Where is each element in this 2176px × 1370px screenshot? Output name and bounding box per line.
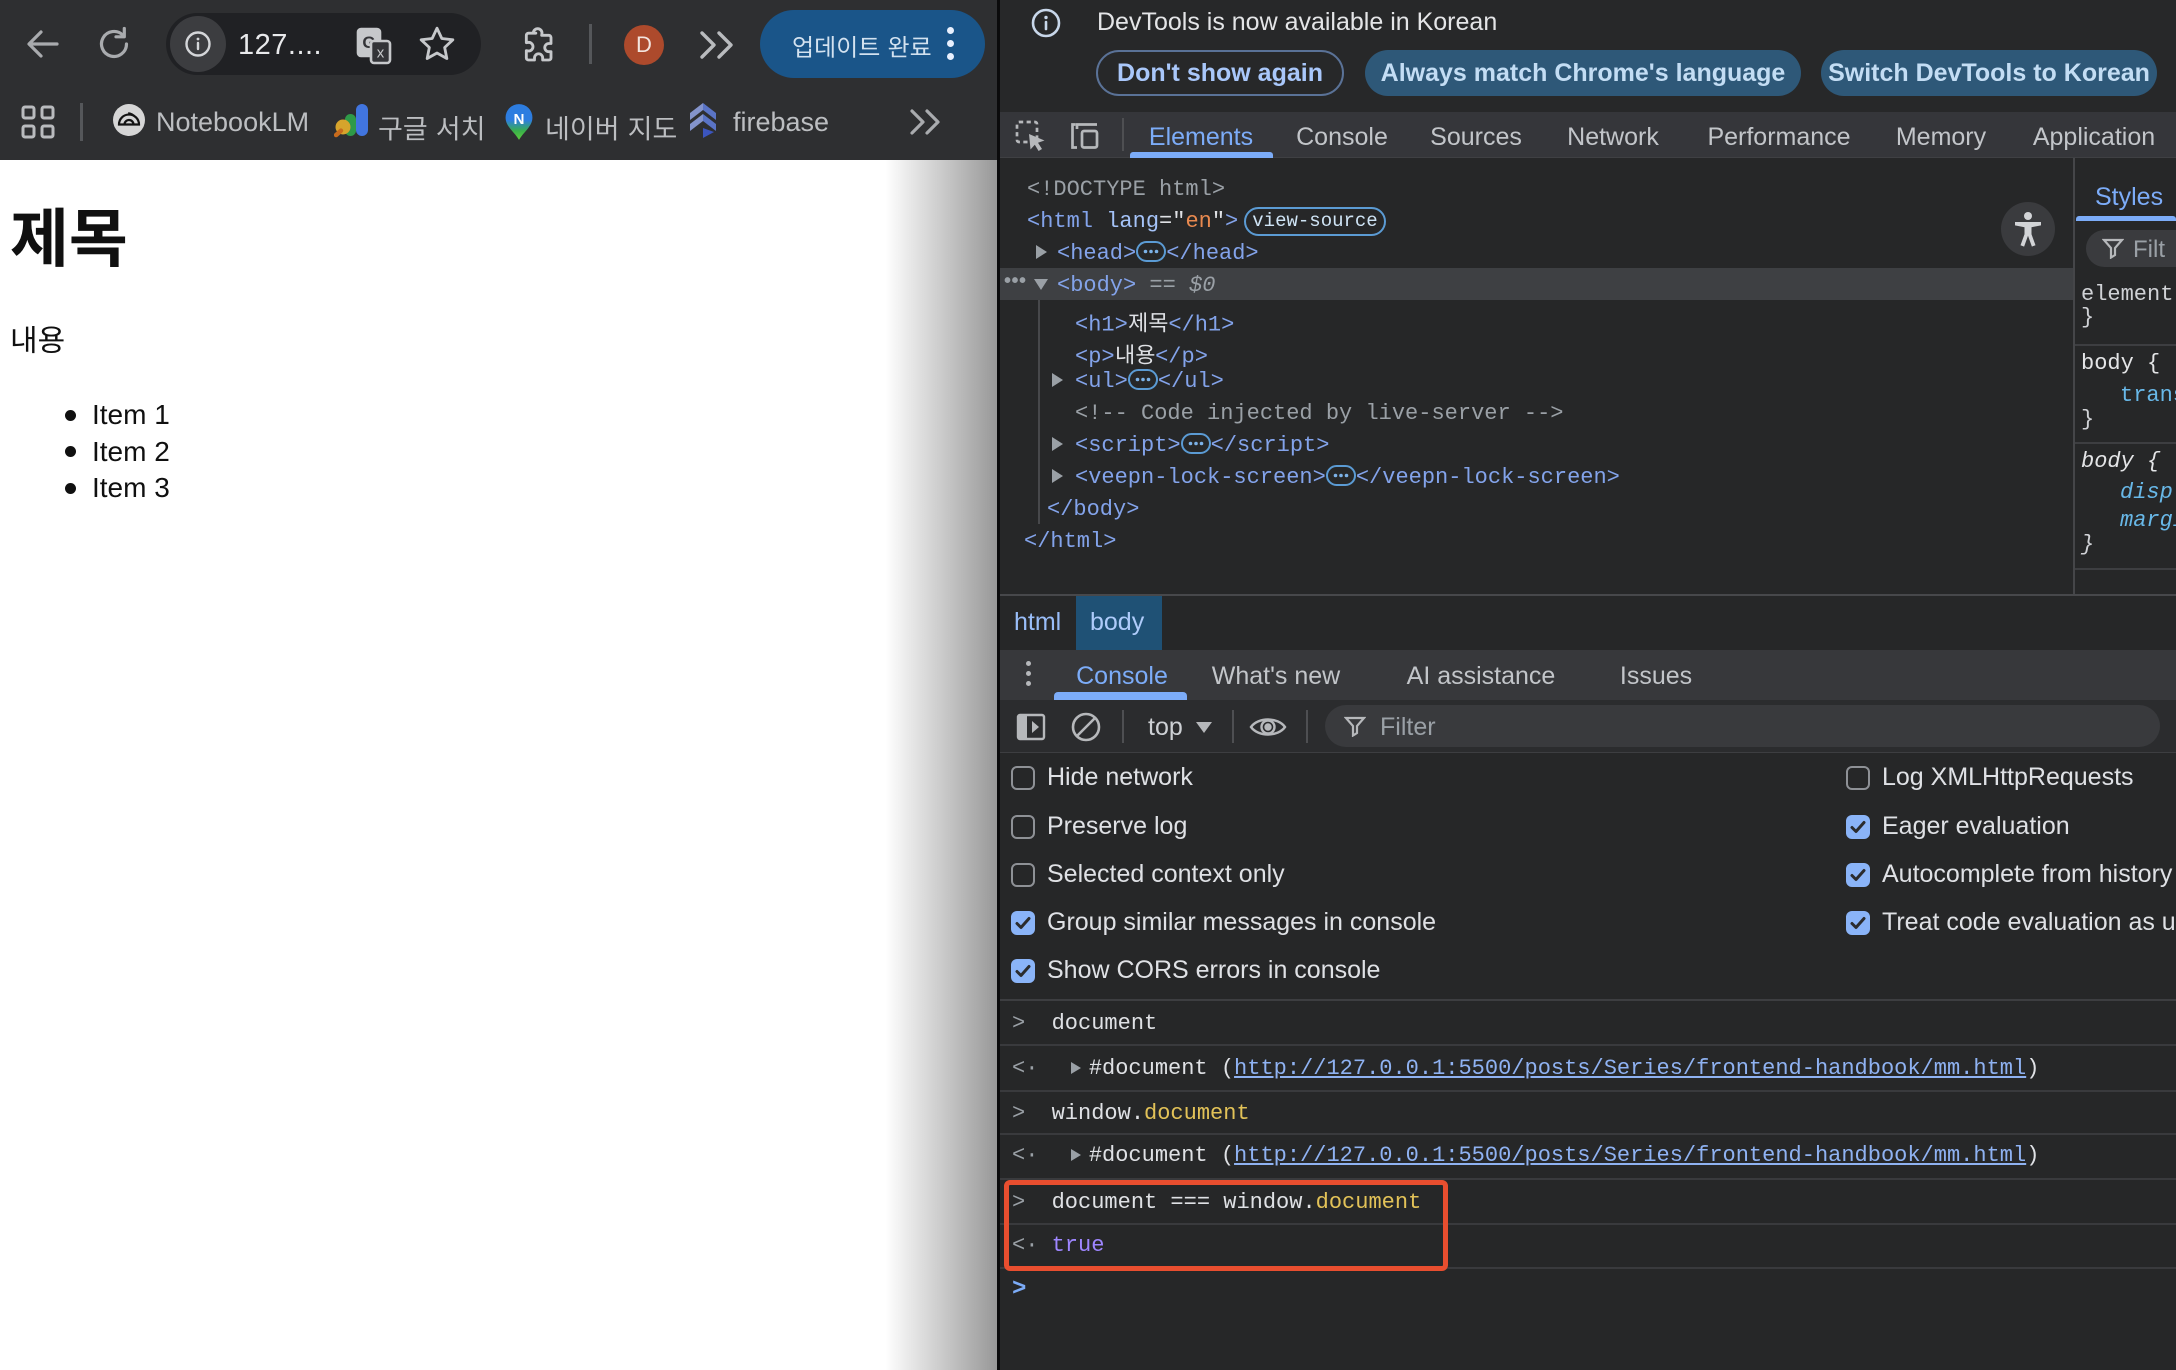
svg-text:N: N — [514, 111, 525, 128]
svg-text:x: x — [377, 45, 385, 62]
